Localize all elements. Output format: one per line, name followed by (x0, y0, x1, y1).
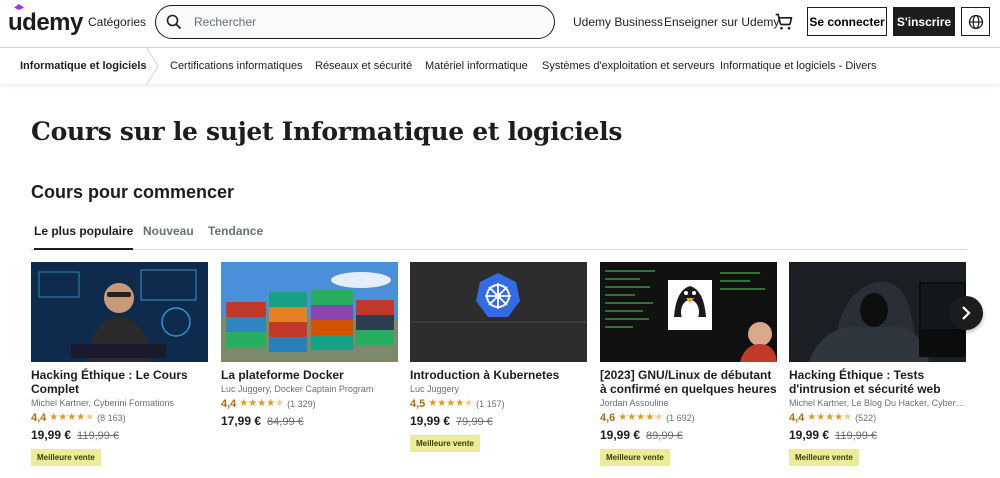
rating-count: (1 157) (476, 399, 505, 409)
logo-text: udemy (8, 9, 83, 36)
rating-score: 4,4 (789, 412, 805, 424)
tab-new[interactable]: Nouveau (143, 224, 194, 250)
course-card[interactable]: [2023] GNU/Linux de débutant à confirmé … (600, 262, 777, 466)
current-price: 19,99 € (600, 428, 641, 442)
bestseller-badge: Meilleure vente (789, 449, 859, 466)
rating-count: (8 163) (97, 413, 126, 423)
course-thumbnail[interactable] (31, 262, 208, 362)
chevron-right-icon (962, 306, 971, 320)
current-price: 19,99 € (31, 428, 72, 442)
carousel-next-button[interactable] (949, 296, 983, 330)
subnav-item-os-servers[interactable]: Systèmes d'exploitation et serveurs (542, 60, 715, 72)
search-input[interactable] (194, 15, 524, 29)
search-bar[interactable] (155, 5, 555, 39)
subnav-item-network-security[interactable]: Réseaux et sécurité (315, 60, 412, 72)
rating-score: 4,4 (221, 398, 237, 410)
bestseller-badge: Meilleure vente (31, 449, 101, 466)
search-icon (166, 14, 182, 30)
original-price: 79,99 € (456, 416, 493, 428)
language-button[interactable] (961, 7, 990, 36)
course-title[interactable]: Hacking Éthique : Tests d'intrusion et s… (789, 368, 966, 396)
original-price: 119,99 € (835, 430, 878, 442)
course-title[interactable]: Hacking Éthique : Le Cours Complet (31, 368, 208, 396)
udemy-logo[interactable]: udemy (8, 4, 83, 37)
course-rating: 4,4 ★ ★ ★ ★ ★ (522) (789, 411, 966, 425)
course-card[interactable]: Introduction à Kubernetes Luc Juggery 4,… (410, 262, 587, 452)
rating-count: (1 692) (666, 413, 695, 423)
course-author: Luc Juggery, Docker Captain Program (221, 384, 374, 394)
teach-link[interactable]: Enseigner sur Udemy (664, 15, 779, 29)
original-price: 84,99 € (267, 416, 304, 428)
rating-count: (1 329) (287, 399, 316, 409)
course-title[interactable]: La plateforme Docker (221, 368, 398, 382)
course-thumbnail[interactable] (789, 262, 966, 362)
rating-stars-icon: ★ ★ ★ ★ ★ (428, 398, 474, 409)
page-title: Cours sur le sujet Informatique et logic… (31, 117, 623, 146)
course-price: 19,99 € 119,99 € (31, 428, 208, 442)
original-price: 119,99 € (77, 430, 120, 442)
rating-stars-icon: ★ ★ ★ ★ ★ (49, 412, 95, 423)
subnav-item-certifications[interactable]: Certifications informatiques (170, 60, 303, 72)
bestseller-badge: Meilleure vente (600, 449, 670, 466)
rating-score: 4,5 (410, 398, 426, 410)
course-title[interactable]: [2023] GNU/Linux de débutant à confirmé … (600, 368, 777, 396)
course-author: Jordan Assouline (600, 398, 669, 408)
subnav-divider-icon (146, 48, 159, 84)
login-button[interactable]: Se connecter (807, 7, 887, 36)
section-title: Cours pour commencer (31, 182, 235, 202)
rating-stars-icon: ★ ★ ★ ★ ★ (239, 398, 285, 409)
signup-button[interactable]: S'inscrire (893, 7, 955, 36)
course-tabs: Le plus populaire Nouveau Tendance (31, 222, 967, 250)
cart-icon[interactable] (774, 12, 794, 32)
course-rating: 4,5 ★ ★ ★ ★ ★ (1 157) (410, 397, 587, 411)
course-price: 19,99 € 79,99 € (410, 414, 587, 428)
course-thumbnail[interactable] (410, 262, 587, 362)
subnav-item-misc[interactable]: Informatique et logiciels - Divers (720, 60, 877, 72)
course-rating: 4,6 ★ ★ ★ ★ ★ (1 692) (600, 411, 777, 425)
udemy-business-link[interactable]: Udemy Business (573, 15, 663, 29)
course-author: Michel Kartner, Cyberini Formations (31, 398, 175, 408)
course-card[interactable]: La plateforme Docker Luc Juggery, Docker… (221, 262, 398, 428)
bestseller-badge: Meilleure vente (410, 435, 480, 452)
course-price: 19,99 € 119,99 € (789, 428, 966, 442)
subnav-current-category[interactable]: Informatique et logiciels (20, 60, 147, 72)
current-price: 19,99 € (789, 428, 830, 442)
current-price: 19,99 € (410, 414, 451, 428)
course-title[interactable]: Introduction à Kubernetes (410, 368, 587, 382)
course-card[interactable]: Hacking Éthique : Le Cours Complet Miche… (31, 262, 208, 466)
course-rating: 4,4 ★ ★ ★ ★ ★ (8 163) (31, 411, 208, 425)
subnav-item-hardware[interactable]: Matériel informatique (425, 60, 528, 72)
tab-most-popular[interactable]: Le plus populaire (34, 224, 134, 250)
course-card[interactable]: Hacking Éthique : Tests d'intrusion et s… (789, 262, 966, 466)
globe-icon (968, 14, 983, 29)
rating-count: (522) (855, 413, 877, 423)
course-price: 19,99 € 89,99 € (600, 428, 777, 442)
course-author: Luc Juggery (410, 384, 460, 394)
course-price: 17,99 € 84,99 € (221, 414, 398, 428)
original-price: 89,99 € (646, 430, 683, 442)
rating-stars-icon: ★ ★ ★ ★ ★ (807, 412, 853, 423)
tab-trending[interactable]: Tendance (208, 224, 263, 250)
course-thumbnail[interactable] (600, 262, 777, 362)
category-subnav: Informatique et logiciels Certifications… (0, 47, 1000, 84)
course-rating: 4,4 ★ ★ ★ ★ ★ (1 329) (221, 397, 398, 411)
rating-score: 4,4 (31, 412, 47, 424)
rating-stars-icon: ★ ★ ★ ★ ★ (618, 412, 664, 423)
course-author: Michel Kartner, Le Blog Du Hacker, Cyber… (789, 398, 966, 408)
categories-link[interactable]: Catégories (88, 15, 146, 29)
course-thumbnail[interactable] (221, 262, 398, 362)
header: udemy Catégories Udemy Business Enseigne… (0, 0, 1000, 44)
rating-score: 4,6 (600, 412, 616, 424)
current-price: 17,99 € (221, 414, 262, 428)
